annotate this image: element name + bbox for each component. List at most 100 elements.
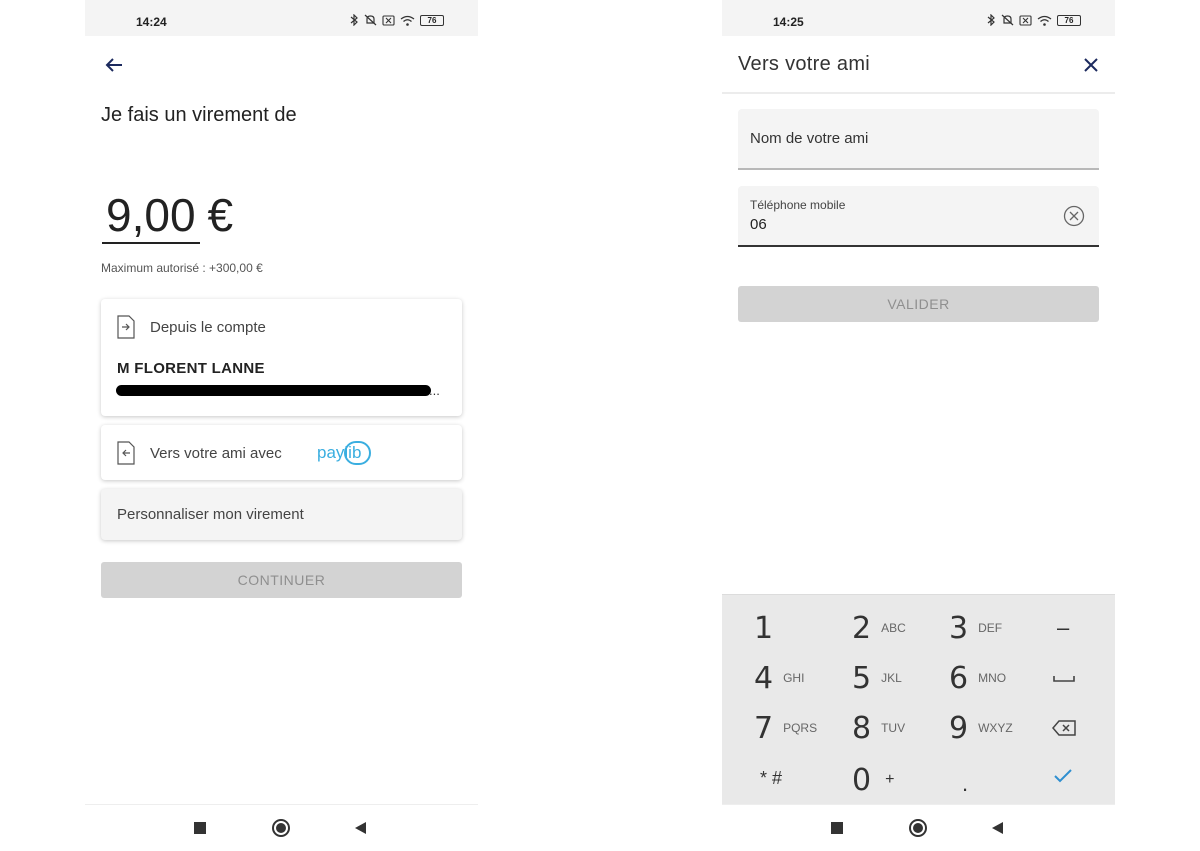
recent-apps-button[interactable] [194,822,206,834]
bell-muted-icon [1001,14,1014,26]
key-space[interactable] [1052,653,1150,703]
account-holder-name: M FLORENT LANNE [117,360,265,377]
transfer-amount-screen: 14:24 76 Je fais un virement de 9,00 € M… [85,0,478,851]
amount-display[interactable]: 9,00 € [102,188,233,244]
checkmark-icon [1054,769,1072,783]
friend-name-label: Nom de votre ami [750,130,869,147]
key-letters: MNO [978,671,1007,685]
dot-symbol: . [962,771,969,796]
bluetooth-icon [987,14,995,26]
key-digit: 9 [949,710,969,746]
key-backspace[interactable] [1052,703,1150,753]
key-2[interactable]: 2 ABC [852,603,950,653]
key-1[interactable]: 1 [754,603,852,653]
status-bar: 14:25 76 [722,0,1115,36]
key-3[interactable]: 3 DEF [949,603,1047,653]
numeric-keypad: 1 2 ABC 3 DEF – 4 GHI 5 JKL 6 MNO 7 PQRS… [722,594,1115,804]
sheet-title: Vers votre ami [738,53,871,75]
key-digit: 2 [852,610,872,646]
continue-button[interactable]: CONTINUER [101,562,462,598]
customize-transfer-label: Personnaliser mon virement [117,506,304,523]
validate-button[interactable]: VALIDER [738,286,1099,322]
key-minus[interactable]: – [1057,603,1155,653]
recent-apps-button[interactable] [831,822,843,834]
key-letters: DEF [978,621,1003,635]
key-8[interactable]: 8 TUV [852,703,950,753]
paylib-logo-icon: paylib [317,441,371,465]
key-digit: 3 [949,610,969,646]
arrow-left-icon [105,58,122,72]
to-friend-label: Vers votre ami avec [150,445,282,462]
key-dot[interactable]: . [962,759,1060,809]
system-nav-bar [722,804,1115,851]
clear-input-icon[interactable] [1063,205,1085,227]
key-letters: GHI [783,671,805,685]
key-digit: 6 [949,660,969,696]
battery-icon: 76 [1057,14,1081,26]
key-letters: TUV [881,721,906,735]
status-time: 14:25 [773,15,804,29]
key-digit: 1 [754,610,774,646]
key-letters: JKL [881,671,902,685]
sim-off-icon [382,14,395,26]
system-nav-bar [85,804,478,851]
system-back-button[interactable] [992,822,1003,834]
key-7[interactable]: 7 PQRS [754,703,852,753]
page-title: Je fais un virement de [101,104,297,126]
key-6[interactable]: 6 MNO [949,653,1047,703]
key-done[interactable] [1053,751,1151,801]
bluetooth-icon [350,14,358,26]
key-letters: PQRS [783,721,818,735]
mobile-phone-input[interactable] [750,216,1050,233]
key-digit: 4 [754,660,774,696]
home-button[interactable] [272,819,290,837]
to-friend-card[interactable]: Vers votre ami avec paylib [101,425,462,480]
close-icon [1084,58,1098,72]
battery-level: 76 [427,15,437,25]
account-out-icon [117,315,135,339]
sim-off-icon [1019,14,1032,26]
from-account-card[interactable]: Depuis le compte M FLORENT LANNE ... [101,299,462,416]
friend-name-field[interactable]: Nom de votre ami [738,109,1099,170]
friend-recipient-screen: 14:25 76 Vers votre ami Nom de votre ami… [722,0,1115,851]
mobile-phone-label: Téléphone mobile [750,198,846,212]
system-back-button[interactable] [355,822,366,834]
amount-value[interactable]: 9,00 [102,188,200,244]
key-star-hash[interactable]: * # [760,753,858,803]
key-digit: 5 [852,660,872,696]
close-button[interactable] [1080,54,1102,76]
key-9[interactable]: 9 WXYZ [949,703,1047,753]
key-digit: 8 [852,710,872,746]
mobile-phone-field[interactable]: Téléphone mobile [738,186,1099,247]
amount-currency: € [207,189,234,241]
customize-transfer-card[interactable]: Personnaliser mon virement [101,489,462,540]
battery-level: 76 [1064,15,1074,25]
key-4[interactable]: 4 GHI [754,653,852,703]
key-5[interactable]: 5 JKL [852,653,950,703]
wifi-icon [400,15,415,26]
space-icon [1053,676,1075,682]
backspace-icon [1052,720,1076,736]
status-icons: 76 [350,14,444,26]
account-in-icon [117,441,135,465]
key-letters: ABC [881,621,906,635]
plus-symbol: + [885,771,895,788]
from-account-label: Depuis le compte [150,319,266,336]
key-0[interactable]: 0 + [852,755,950,805]
battery-icon: 76 [420,14,444,26]
title-divider [722,92,1115,94]
status-bar: 14:24 76 [85,0,478,36]
key-digit: 7 [754,710,774,746]
key-digit: 0 [852,762,872,798]
status-time: 14:24 [136,15,167,29]
key-letters: WXYZ [978,721,1013,735]
wifi-icon [1037,15,1052,26]
star-hash-symbol: * # [760,767,783,788]
paylib-logo-text: paylib [317,443,361,462]
minus-symbol: – [1057,615,1070,640]
max-amount-note: Maximum autorisé : +300,00 € [101,261,263,275]
bell-muted-icon [364,14,377,26]
status-icons: 76 [987,14,1081,26]
home-button[interactable] [909,819,927,837]
back-button[interactable] [103,54,125,76]
